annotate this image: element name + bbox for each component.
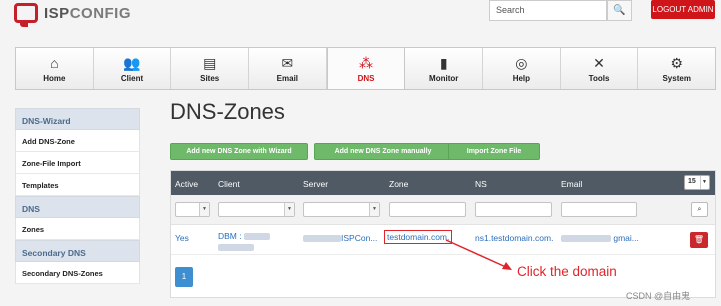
chevron-down-icon: ▼	[284, 203, 294, 216]
nav-system[interactable]: ⚙ System	[638, 48, 716, 89]
sidebar-group-dns: DNS	[15, 196, 140, 218]
filter-ns-input[interactable]	[475, 202, 552, 217]
client-icon: 👥	[123, 54, 141, 71]
chevron-down-icon: ▼	[700, 176, 708, 189]
server-value: ISPCon...	[341, 233, 378, 243]
cell-client[interactable]: DBM :	[218, 231, 270, 252]
nav-dns[interactable]: ⁂ DNS	[326, 48, 406, 89]
nav-label: Monitor	[429, 73, 459, 83]
logo-text-isp: ISP	[44, 4, 70, 22]
search-input[interactable]: Search	[489, 0, 607, 21]
cell-email[interactable]: gmai...	[561, 233, 639, 243]
col-active[interactable]: Active	[175, 179, 198, 189]
nav-email[interactable]: ✉ Email	[249, 48, 327, 89]
chevron-down-icon: ▼	[199, 203, 209, 216]
logout-button[interactable]: LOGOUT ADMIN	[651, 0, 715, 19]
nav-client[interactable]: 👥 Client	[93, 48, 172, 89]
header: ISPCONFIG Search 🔍 LOGOUT ADMIN	[0, 0, 721, 46]
nav-label: Sites	[200, 73, 220, 83]
annotation-click-the-domain: Click the domain	[517, 264, 617, 279]
col-server[interactable]: Server	[303, 179, 328, 189]
filter-client-select[interactable]: ▼	[218, 202, 295, 217]
tools-icon: ✕	[593, 54, 605, 71]
nav-sites[interactable]: ▤ Sites	[171, 48, 250, 89]
chevron-down-icon: ▼	[369, 203, 379, 216]
email-value: gmai...	[613, 233, 639, 243]
logo-text-config: CONFIG	[69, 4, 132, 22]
table-row[interactable]: Yes DBM : ISPCon... testdomain.com. ns1.…	[171, 225, 715, 255]
sidebar-item-templates[interactable]: Templates	[15, 174, 140, 196]
help-icon: ◎	[515, 54, 528, 71]
nav-tools[interactable]: ✕ Tools	[560, 48, 639, 89]
col-client[interactable]: Client	[218, 179, 240, 189]
sidebar: DNS-Wizard Add DNS-Zone Zone-File Import…	[15, 108, 140, 284]
sidebar-item-add-dns-zone[interactable]: Add DNS-Zone	[15, 130, 140, 152]
filter-search-button[interactable]: ⌕	[691, 202, 708, 217]
nav-label: Client	[120, 73, 144, 83]
nav-label: Tools	[588, 73, 610, 83]
page-title: DNS-Zones	[170, 99, 285, 124]
nav-monitor[interactable]: ▮ Monitor	[405, 48, 484, 89]
system-icon: ⚙	[670, 54, 683, 71]
sidebar-item-zones[interactable]: Zones	[15, 218, 140, 240]
col-ns[interactable]: NS	[475, 179, 487, 189]
redacted-block	[561, 235, 611, 243]
sidebar-item-secondary-dns-zones[interactable]: Secondary DNS-Zones	[15, 262, 140, 284]
logo-mark-icon	[14, 3, 38, 27]
nav-home[interactable]: ⌂ Home	[16, 48, 94, 89]
cell-active[interactable]: Yes	[175, 233, 189, 243]
home-icon: ⌂	[50, 54, 59, 71]
rows-per-page-select[interactable]: 15 ▼	[684, 175, 710, 190]
filter-zone-input[interactable]	[389, 202, 466, 217]
cell-server[interactable]: ISPCon...	[303, 233, 377, 243]
zone-link-testdomain[interactable]: testdomain.com.	[384, 230, 453, 244]
main-nav: ⌂ Home 👥 Client ▤ Sites ✉ Email ⁂ DNS ▮ Monito…	[15, 47, 716, 90]
cell-ns[interactable]: ns1.testdomain.com.	[475, 233, 553, 243]
delete-button[interactable]: 🗑	[690, 232, 708, 248]
table-header: Active Client Server Zone NS Email 15 ▼	[171, 171, 715, 195]
sidebar-item-zone-file-import[interactable]: Zone-File Import	[15, 152, 140, 174]
nav-label: Help	[512, 73, 531, 83]
dns-icon: ⁂	[359, 54, 374, 71]
monitor-icon: ▮	[439, 54, 448, 71]
email-icon: ✉	[281, 54, 294, 71]
filter-active-select[interactable]: ▼	[175, 202, 210, 217]
redacted-block	[218, 244, 254, 252]
col-email[interactable]: Email	[561, 179, 582, 189]
zones-table: Active Client Server Zone NS Email 15 ▼ ▼…	[170, 170, 716, 298]
redacted-block	[303, 235, 341, 243]
filter-row: ▼ ▼ ▼ ⌕	[171, 195, 715, 225]
trash-icon: 🗑	[693, 235, 705, 244]
nav-label: DNS	[357, 73, 375, 83]
ispconfig-logo[interactable]: ISPCONFIG	[14, 3, 132, 27]
search-icon: 🔍	[613, 5, 626, 16]
col-zone[interactable]: Zone	[389, 179, 408, 189]
watermark: CSDN @自由鬼	[626, 291, 691, 301]
nav-label: Home	[43, 73, 66, 83]
sidebar-group-dns-wizard: DNS-Wizard	[15, 108, 140, 130]
add-zone-manually-button[interactable]: Add new DNS Zone manually	[314, 143, 452, 160]
rows-per-page-value: 15	[688, 178, 696, 185]
filter-email-input[interactable]	[561, 202, 637, 217]
search-icon: ⌕	[697, 206, 702, 213]
redacted-block	[244, 233, 270, 241]
sites-icon: ▤	[203, 54, 217, 71]
filter-server-select[interactable]: ▼	[303, 202, 380, 217]
client-value: DBM :	[218, 231, 242, 241]
search-button[interactable]: 🔍	[607, 0, 632, 21]
add-zone-wizard-button[interactable]: Add new DNS Zone with Wizard	[170, 143, 308, 160]
nav-label: System	[662, 73, 691, 83]
pagination-page-1[interactable]: 1	[175, 267, 193, 287]
sidebar-group-secondary-dns: Secondary DNS	[15, 240, 140, 262]
nav-help[interactable]: ◎ Help	[483, 48, 561, 89]
nav-label: Email	[276, 73, 299, 83]
import-zone-file-button[interactable]: Import Zone File	[448, 143, 540, 160]
